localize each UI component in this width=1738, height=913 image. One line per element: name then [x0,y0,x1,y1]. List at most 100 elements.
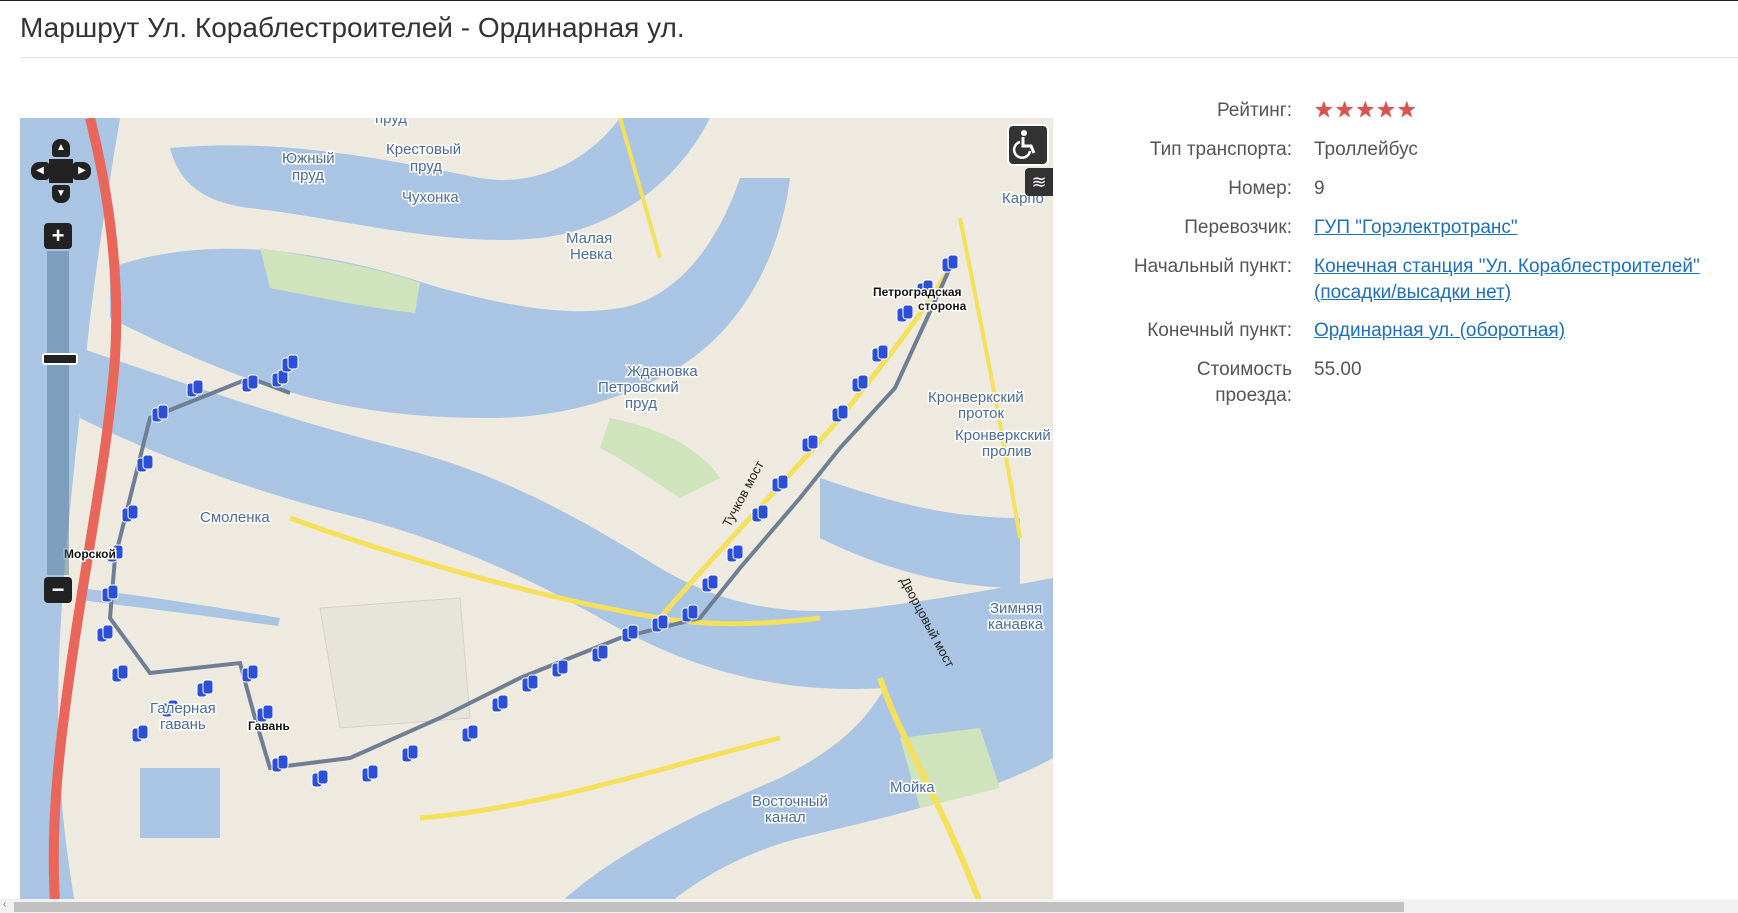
map-label-galernaya: Галерная [150,700,216,717]
top-border [0,0,1738,1]
map-label-petrovsky: Петровский [598,379,679,396]
stop-marker[interactable] [751,504,769,523]
layers-icon: ≋ [1031,172,1047,192]
stop-marker[interactable] [311,769,329,788]
map-label-gavan-water: гавань [160,716,206,733]
zoom-out-button[interactable]: − [44,577,72,603]
stop-marker[interactable] [121,504,139,523]
map-label-krestovy-prud: пруд [410,158,442,175]
start-link-line2: (посадки/высадки нет) [1314,282,1512,303]
map-label-yuzhny: Южный [282,150,335,167]
stop-marker[interactable] [771,474,789,493]
type-value: Троллейбус [1314,139,1418,160]
stop-marker[interactable] [361,764,379,783]
end-link[interactable]: Ординарная ул. (оборотная) [1314,320,1565,341]
map-label-malaya: Малая [566,230,612,247]
map-label-zhdanovka: Ждановка [627,363,698,380]
scrollbar-thumb[interactable] [14,902,1404,912]
stop-marker[interactable] [726,544,744,563]
pan-up-button[interactable]: ▲ [52,139,70,157]
stop-marker[interactable] [136,454,154,473]
stop-marker[interactable] [591,644,609,663]
water-galernaya-gavan [140,768,220,838]
stop-marker[interactable] [701,574,719,593]
wheelchair-icon [1012,130,1036,159]
number-value: 9 [1314,178,1325,199]
stop-marker[interactable] [461,724,479,743]
map-label-zimnyaya: Зимняя [990,600,1042,617]
stop-marker[interactable] [871,344,889,363]
rating-stars[interactable]: ★★★★★ [1314,97,1418,123]
page-title: Маршрут Ул. Кораблестроителей - Ординарн… [20,12,685,43]
pan-center [49,159,73,183]
zoom-slider[interactable] [42,353,78,365]
map-label-gavan: Гавань [248,719,290,733]
stop-marker[interactable] [401,744,419,763]
stop-marker[interactable] [271,754,289,773]
area-sea-terminal [319,597,471,729]
stop-marker[interactable] [196,679,214,698]
title-divider [20,57,1738,58]
map-label-vostochny: Восточный [752,793,828,810]
zoom-in-button[interactable]: + [44,223,72,249]
type-label: Тип транспорта: [1149,139,1292,160]
stop-marker[interactable] [271,369,289,388]
pan-down-button[interactable]: ▼ [52,185,70,203]
map-label-kronverksky-proliv: Кронверкский [955,427,1051,444]
map-label-prud: пруд [375,118,407,127]
accessibility-button[interactable] [1007,124,1049,166]
cost-label: Стоимость проезда: [1070,357,1292,409]
start-link[interactable]: Конечная станция "Ул. Кораблестроителей"… [1314,256,1700,303]
water-north [170,118,710,241]
layers-button[interactable]: ≋ [1025,168,1053,196]
map-label-petrogradskaya: Петроградская [873,285,962,299]
number-label: Номер: [1228,178,1292,199]
stop-marker[interactable] [111,664,129,683]
stop-marker[interactable] [651,614,669,633]
stop-marker[interactable] [151,404,169,423]
map-label-yuzhny-prud: пруд [292,167,324,184]
pan-control: ▲ ▼ ◀ ▶ [31,139,91,203]
stop-marker[interactable] [101,584,119,603]
map-tiles[interactable]: пруд Южный пруд Крестовый пруд Чухонка М… [20,118,1053,903]
stop-marker[interactable] [131,724,149,743]
map-label-kanal: канал [765,809,806,826]
map-label-moyka: Мойка [890,779,935,796]
stop-marker[interactable] [896,304,914,323]
cost-label-line1: Стоимость [1196,359,1292,380]
cost-value: 55.00 [1314,359,1362,380]
road-kamennoostrovsky [958,217,1022,539]
rating-label: Рейтинг: [1216,100,1292,121]
stop-marker[interactable] [621,624,639,643]
stop-marker[interactable] [241,664,259,683]
stop-marker[interactable] [551,659,569,678]
stop-marker[interactable] [681,604,699,623]
stop-marker[interactable] [186,379,204,398]
map-label-krestovy: Крестовый [386,141,461,158]
stop-marker[interactable] [241,374,259,393]
water-kronverksky [820,478,1020,588]
start-link-line1: Конечная станция "Ул. Кораблестроителей" [1314,256,1700,277]
stop-marker[interactable] [831,404,849,423]
zoom-bar: + − [42,223,78,603]
horizontal-scrollbar[interactable]: ‹ [0,899,1738,913]
carrier-link[interactable]: ГУП "Горэлектротранс" [1314,217,1518,238]
stop-marker[interactable] [801,434,819,453]
map-label-protok: проток [958,405,1005,422]
stop-marker[interactable] [281,354,299,373]
map-label-kronverksky-protok: Кронверкский [928,389,1024,406]
map-label-smolenka: Смоленка [200,509,270,526]
scroll-left-arrow-icon[interactable]: ‹ [3,899,6,910]
stop-marker[interactable] [521,674,539,693]
park-petrovsky [600,418,720,498]
zoom-track[interactable] [47,251,69,575]
map-label-chukhonka: Чухонка [402,189,459,206]
pan-right-button[interactable]: ▶ [73,162,91,180]
map-label-proliv: пролив [982,443,1032,460]
stop-marker[interactable] [941,254,959,273]
pan-left-button[interactable]: ◀ [31,162,49,180]
stop-marker[interactable] [851,374,869,393]
stop-marker[interactable] [96,624,114,643]
stop-marker[interactable] [491,694,509,713]
route-map[interactable]: пруд Южный пруд Крестовый пруд Чухонка М… [20,118,1053,903]
